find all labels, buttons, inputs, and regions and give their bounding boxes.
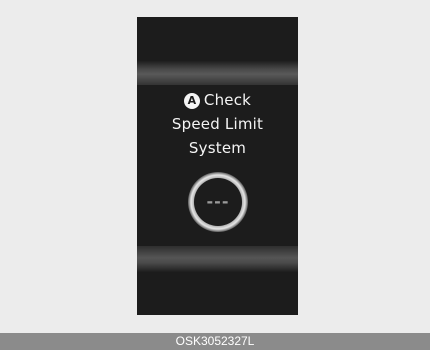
speed-limit-circle-icon: ---	[188, 172, 248, 232]
display-bottom-band	[137, 246, 298, 272]
message-line-1: A Check	[137, 91, 298, 109]
image-code-caption: OSK3052327L	[0, 333, 430, 350]
illustration-panel: A Check Speed Limit System ---	[0, 0, 430, 332]
marker-a-badge: A	[183, 93, 200, 109]
display-top-band	[137, 61, 298, 85]
message-line-3: System	[188, 139, 247, 157]
cluster-display: A Check Speed Limit System ---	[137, 17, 298, 315]
message-check: Check	[203, 91, 252, 109]
gauge-readout: ---	[207, 192, 230, 211]
message-line-2: Speed Limit	[171, 115, 264, 133]
